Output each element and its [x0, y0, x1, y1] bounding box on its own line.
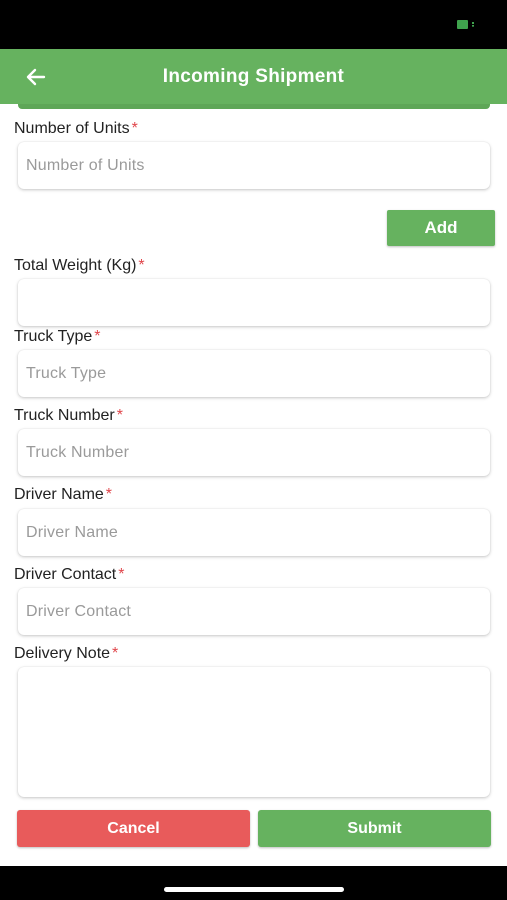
required-marker: *: [138, 257, 145, 274]
weight-label: Total Weight (Kg) *: [14, 257, 145, 274]
required-marker: *: [112, 645, 119, 662]
truck-type-label: Truck Type *: [14, 328, 101, 345]
weight-input[interactable]: [18, 279, 490, 326]
page-title: Incoming Shipment: [162, 66, 345, 87]
driver-contact-input[interactable]: Driver Contact: [18, 588, 490, 635]
driver-contact-label: Driver Contact *: [14, 566, 125, 583]
form-scroll-area[interactable]: Number of Units * Number of Units Add Tot…: [0, 104, 507, 866]
required-marker: *: [105, 486, 113, 503]
delivery-note-textarea[interactable]: [18, 667, 490, 797]
cancel-button[interactable]: Cancel: [17, 810, 250, 847]
units-input[interactable]: Number of Units: [18, 142, 490, 189]
battery-icon: [457, 20, 475, 29]
delivery-note-label: Delivery Note *: [14, 645, 119, 662]
required-marker: *: [116, 407, 123, 424]
required-marker: *: [94, 328, 101, 345]
previous-field-edge: [18, 104, 490, 109]
truck-number-label: Truck Number *: [14, 407, 123, 424]
home-indicator[interactable]: [164, 887, 344, 892]
add-button[interactable]: Add: [387, 210, 495, 246]
required-marker: *: [131, 120, 138, 137]
required-marker: *: [118, 566, 125, 583]
app-bar: Incoming Shipment: [0, 49, 507, 104]
units-label: Number of Units *: [14, 120, 138, 137]
truck-number-input[interactable]: Truck Number: [18, 429, 490, 476]
status-bar: [0, 0, 507, 49]
truck-type-placeholder: Truck Type: [26, 364, 107, 382]
bottom-bar: [0, 866, 507, 900]
driver-contact-placeholder: Driver Contact: [26, 602, 132, 620]
truck-type-input[interactable]: Truck Type: [18, 350, 490, 397]
submit-button[interactable]: Submit: [258, 810, 491, 847]
truck-number-placeholder: Truck Number: [26, 443, 130, 461]
driver-name-placeholder: Driver Name: [26, 523, 118, 541]
units-placeholder: Number of Units: [26, 156, 145, 174]
driver-name-input[interactable]: Driver Name: [18, 509, 490, 556]
driver-name-label: Driver Name *: [14, 486, 113, 503]
